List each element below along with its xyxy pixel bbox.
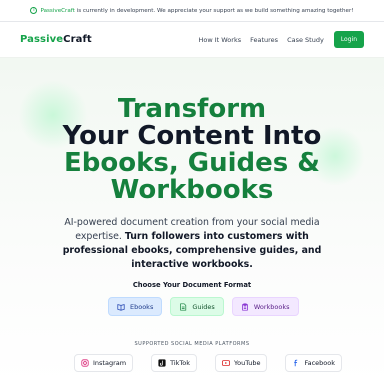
document-icon <box>180 302 187 311</box>
headline-line-3: Ebooks, Guides & <box>63 148 320 178</box>
platform-label: Instagram <box>93 359 127 367</box>
nav-link-case-study[interactable]: Case Study <box>287 36 324 44</box>
announcement-banner: i PassiveCraft is currently in developme… <box>0 0 384 22</box>
facebook-icon <box>294 359 298 367</box>
logo-craft: Craft <box>63 34 92 45</box>
format-guides-button[interactable]: Guides <box>170 297 224 316</box>
book-open-icon <box>117 303 125 311</box>
banner-text: PassiveCraft is currently in development… <box>40 8 353 14</box>
platform-label: Facebook <box>304 359 336 367</box>
top-navigation: PassiveCraft How It Works Features Case … <box>0 22 384 58</box>
nav-link-features[interactable]: Features <box>250 36 278 44</box>
nav-link-how-it-works[interactable]: How It Works <box>198 36 241 44</box>
format-label: Guides <box>192 302 215 311</box>
platform-instagram[interactable]: Instagram <box>74 354 134 372</box>
hero-headline: Transform Your Content Into Ebooks, Guid… <box>0 96 384 204</box>
platform-label: YouTube <box>234 359 261 367</box>
login-button[interactable]: Login <box>333 31 364 48</box>
info-icon: i <box>30 7 38 14</box>
banner-message: is currently in development. We apprecia… <box>74 7 354 14</box>
hero-subtitle: AI-powered document creation from your s… <box>50 216 334 272</box>
choose-format-label: Choose Your Document Format <box>132 281 252 289</box>
logo-passive: Passive <box>20 34 64 45</box>
supported-platforms-label: SUPPORTED SOCIAL MEDIA PLATFORMS <box>134 341 250 347</box>
platform-label: TikTok <box>170 359 191 367</box>
logo[interactable]: PassiveCraft <box>20 34 92 45</box>
headline-line-1: Transform <box>117 94 267 124</box>
format-label: Ebooks <box>130 302 154 311</box>
hero-section: Transform Your Content Into Ebooks, Guid… <box>0 58 384 384</box>
headline-line-2: Your Content Into <box>62 121 322 151</box>
instagram-icon <box>81 359 89 367</box>
banner-brand: PassiveCraft <box>40 7 75 14</box>
platform-youtube[interactable]: YouTube <box>215 354 268 372</box>
format-workbooks-button[interactable]: Workbooks <box>231 297 299 316</box>
format-label: Workbooks <box>253 302 290 311</box>
clipboard-icon <box>242 302 248 311</box>
platform-tiktok[interactable]: TikTok <box>151 354 198 372</box>
headline-line-4: Workbooks <box>110 175 274 205</box>
tiktok-icon <box>158 359 166 367</box>
platform-facebook[interactable]: Facebook <box>285 354 343 372</box>
platform-list: Instagram TikTok YouTube Facebook <box>74 354 343 372</box>
format-ebooks-button[interactable]: Ebooks <box>108 297 163 316</box>
youtube-icon <box>222 360 231 366</box>
format-selector: Ebooks Guides Workbooks <box>108 297 299 316</box>
